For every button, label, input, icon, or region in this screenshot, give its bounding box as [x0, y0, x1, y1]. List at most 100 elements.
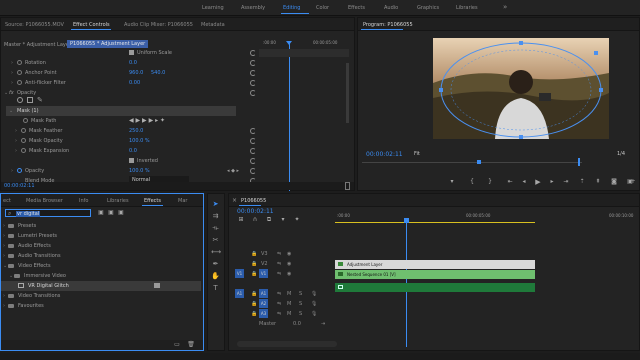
- stopwatch-icon[interactable]: [17, 80, 22, 85]
- linked-selection-icon[interactable]: ⧉: [265, 216, 273, 224]
- accelerated-effects-icon[interactable]: ▣: [97, 209, 105, 217]
- tab-sequence[interactable]: P1066055: [241, 198, 266, 204]
- export-frame-icon[interactable]: ◙: [610, 178, 618, 186]
- tree-item-audio-transitions[interactable]: › Audio Transitions: [1, 251, 201, 261]
- lock-icon[interactable]: 🔒: [251, 271, 257, 277]
- tab-effect-controls[interactable]: Effect Controls: [73, 22, 110, 28]
- track-a2-label[interactable]: A2: [259, 299, 268, 308]
- lock-icon[interactable]: 🔒: [251, 311, 257, 317]
- tree-item-favourites[interactable]: › Favourites: [1, 301, 201, 311]
- mute-button[interactable]: M: [287, 311, 291, 317]
- 32bit-effects-icon[interactable]: ▣: [107, 209, 115, 217]
- timeline-zoom-scrollbar[interactable]: [237, 341, 337, 347]
- program-timecode[interactable]: 00:00:02:11: [366, 151, 403, 158]
- tab-audio-clip-mixer[interactable]: Audio Clip Mixer: P1066055: [124, 22, 193, 28]
- razor-tool-icon[interactable]: ✂: [211, 236, 220, 245]
- chevron-right-icon[interactable]: ›: [11, 80, 13, 86]
- add-marker-icon[interactable]: ▾: [279, 216, 287, 224]
- track-select-tool-icon[interactable]: ⇉: [211, 212, 220, 221]
- sync-lock-icon[interactable]: ⇋: [277, 261, 281, 267]
- chevron-right-icon[interactable]: ›: [15, 148, 17, 154]
- sync-lock-icon[interactable]: ⇋: [277, 301, 281, 307]
- program-out-point[interactable]: [578, 158, 580, 166]
- opacity-value[interactable]: 100.0 %: [129, 168, 150, 174]
- type-tool-icon[interactable]: T: [211, 284, 220, 293]
- chevron-right-icon[interactable]: ›: [11, 168, 13, 174]
- sync-lock-icon[interactable]: ⇋: [277, 291, 281, 297]
- reset-icon[interactable]: [250, 60, 256, 66]
- tree-item-presets[interactable]: › Presets: [1, 221, 201, 231]
- stopwatch-icon[interactable]: [17, 60, 22, 65]
- lift-icon[interactable]: ⇡: [578, 178, 586, 186]
- mask-row[interactable]: ⌄ Mask (1): [6, 106, 236, 116]
- lock-icon[interactable]: 🔒: [251, 301, 257, 307]
- tab-effects[interactable]: Effects: [144, 198, 161, 204]
- solo-button[interactable]: S: [299, 311, 302, 317]
- go-to-end-icon[interactable]: ⇥: [321, 321, 325, 327]
- nest-icon[interactable]: ⊞: [237, 216, 245, 224]
- effects-search-field[interactable]: ⌕ vr digital: [5, 209, 91, 217]
- workspace-graphics[interactable]: Graphics: [417, 5, 439, 11]
- antiflicker-value[interactable]: 0.00: [129, 80, 140, 86]
- clip-audio[interactable]: [335, 283, 535, 292]
- selection-tool-icon[interactable]: ➤: [211, 200, 220, 209]
- resolution-dropdown[interactable]: 1/4: [617, 151, 625, 157]
- slip-tool-icon[interactable]: ⟷: [211, 248, 221, 257]
- ec-timecode[interactable]: 00:00:02:11: [4, 183, 35, 189]
- pen-tool-icon[interactable]: ✒: [211, 260, 220, 269]
- clip-adjustment-layer[interactable]: Adjustment Layer: [335, 260, 535, 269]
- program-playhead[interactable]: [477, 160, 481, 164]
- chevron-down-icon[interactable]: ⌄: [9, 108, 13, 114]
- anchor-y-value[interactable]: 540.0: [151, 70, 165, 76]
- tab-markers[interactable]: Mar: [178, 198, 187, 204]
- reset-icon[interactable]: [250, 70, 256, 76]
- chevron-right-icon[interactable]: ›: [11, 60, 13, 66]
- mic-icon[interactable]: 🎙: [311, 291, 317, 297]
- mark-out-icon[interactable]: }: [486, 178, 494, 186]
- close-icon[interactable]: ×: [232, 197, 237, 204]
- workspace-effects[interactable]: Effects: [348, 5, 365, 11]
- chevron-right-icon[interactable]: ›: [15, 138, 17, 144]
- tab-source[interactable]: Source: P1066055.MOV: [5, 22, 64, 28]
- go-to-out-icon[interactable]: ⇥: [562, 178, 570, 186]
- pen-mask-icon[interactable]: ✎: [37, 96, 43, 104]
- mask-feather-value[interactable]: 250.0: [129, 128, 143, 134]
- ellipse-mask-icon[interactable]: [17, 97, 23, 103]
- lock-icon[interactable]: 🔒: [251, 291, 257, 297]
- mic-icon[interactable]: 🎙: [311, 301, 317, 307]
- settings-wrench-icon[interactable]: ✦: [293, 216, 301, 224]
- workspace-color[interactable]: Color: [316, 5, 329, 11]
- go-to-in-icon[interactable]: ⇤: [506, 178, 514, 186]
- mic-icon[interactable]: 🎙: [311, 311, 317, 317]
- stopwatch-icon[interactable]: [21, 138, 26, 143]
- chevron-right-icon[interactable]: ›: [15, 128, 17, 134]
- source-patch-v1[interactable]: V1: [235, 269, 244, 278]
- new-bin-icon[interactable]: ▭: [173, 341, 181, 349]
- ec-playhead-head-icon[interactable]: [286, 41, 292, 45]
- uniform-scale-checkbox[interactable]: [129, 50, 134, 55]
- effects-search-input[interactable]: vr digital: [16, 211, 41, 217]
- tree-item-video-transitions[interactable]: › Video Transitions: [1, 291, 201, 301]
- reset-icon[interactable]: [250, 128, 256, 134]
- program-scrub-bar[interactable]: [362, 162, 582, 163]
- eye-icon[interactable]: ◉: [287, 251, 291, 257]
- mark-in-icon[interactable]: {: [468, 178, 476, 186]
- tab-libraries[interactable]: Libraries: [107, 198, 129, 204]
- yuv-effects-icon[interactable]: ▣: [117, 209, 125, 217]
- stopwatch-icon[interactable]: [17, 70, 22, 75]
- mute-button[interactable]: M: [287, 291, 291, 297]
- sync-lock-icon[interactable]: ⇋: [277, 251, 281, 257]
- solo-button[interactable]: S: [299, 291, 302, 297]
- chevron-right-icon[interactable]: ›: [11, 70, 13, 76]
- mute-button[interactable]: M: [287, 301, 291, 307]
- source-patch-a1[interactable]: A1: [235, 289, 244, 298]
- tab-project[interactable]: ect: [3, 198, 11, 204]
- extract-icon[interactable]: ⇞: [594, 178, 602, 186]
- lock-icon[interactable]: 🔒: [251, 261, 257, 267]
- mask-opacity-value[interactable]: 100.0 %: [129, 138, 150, 144]
- reset-icon[interactable]: [250, 138, 256, 144]
- stopwatch-icon[interactable]: [21, 148, 26, 153]
- scroll-handle[interactable]: [345, 182, 350, 190]
- track-v1-label[interactable]: V1: [259, 269, 268, 278]
- track-mask-controls-icon[interactable]: ◀ ▶ ▶ ▶ ▸ ✦: [129, 117, 165, 124]
